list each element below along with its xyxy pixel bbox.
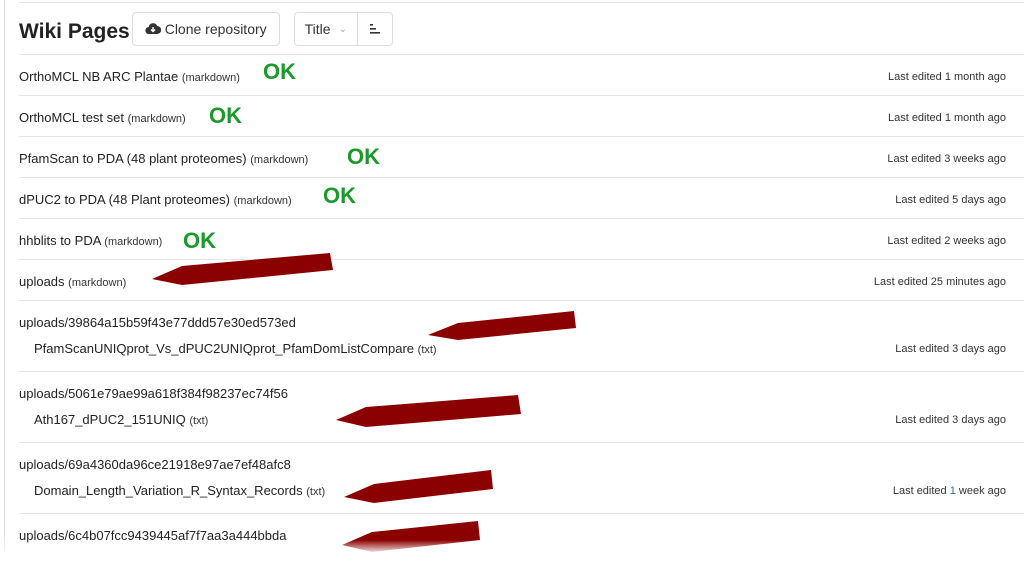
wiki-header: Wiki Pages Clone repository Title ⌄ <box>19 11 393 47</box>
page-link[interactable]: dPUC2 to PDA (48 Plant proteomes) <box>19 192 230 207</box>
sort-field-dropdown[interactable]: Title ⌄ <box>295 13 357 45</box>
format-label: (markdown) <box>104 236 163 248</box>
page-link[interactable]: PfamScan to PDA (48 plant proteomes) <box>19 151 247 166</box>
last-edited: Last edited 1 week ago <box>893 485 1006 497</box>
list-item: OrthoMCL test set (markdown) OK Last edi… <box>19 95 1024 136</box>
sort-control: Title ⌄ <box>293 12 393 46</box>
page-link[interactable]: uploads <box>19 274 65 289</box>
page-link[interactable]: OrthoMCL NB ARC Plantae <box>19 69 178 84</box>
last-edited: Last edited 2 weeks ago <box>887 235 1006 247</box>
format-label: (markdown) <box>181 72 240 84</box>
list-item: uploads/39864a15b59f43e77ddd57e30ed573ed… <box>19 300 1024 371</box>
last-edited: Last edited 1 month ago <box>887 112 1006 124</box>
last-edited-suffix: week ago <box>955 485 1006 497</box>
list-item: hhblits to PDA (markdown) OK Last edited… <box>19 218 1024 259</box>
cloud-download-icon <box>145 23 161 35</box>
ok-annotation: OK <box>323 183 356 208</box>
directory-name: uploads/39864a15b59f43e77ddd57e30ed573ed <box>19 315 296 330</box>
last-edited-prefix: Last edited <box>892 485 950 497</box>
last-edited: Last edited 3 days ago <box>895 414 1006 426</box>
format-label: (txt) <box>417 344 437 356</box>
divider <box>19 2 1024 3</box>
page-title: Wiki Pages <box>19 20 130 43</box>
page-link[interactable]: hhblits to PDA <box>19 233 101 248</box>
last-edited: Last edited 3 weeks ago <box>887 153 1006 165</box>
format-label: (markdown) <box>68 277 127 289</box>
directory-name: uploads/69a4360da96ce21918e97ae7ef48afc8 <box>19 457 291 472</box>
list-item: uploads/5061e79ae99a618f384f98237ec74f56… <box>19 371 1024 442</box>
list-item: OrthoMCL NB ARC Plantae (markdown) OK La… <box>19 54 1024 95</box>
format-label: (txt) <box>189 415 209 427</box>
list-item: uploads (markdown) Last edited 25 minute… <box>19 259 1024 300</box>
format-label: (markdown) <box>233 195 292 207</box>
ok-annotation: OK <box>209 103 242 128</box>
format-label: (markdown) <box>250 154 309 166</box>
list-item: PfamScan to PDA (48 plant proteomes) (ma… <box>19 136 1024 177</box>
directory-name: uploads/5061e79ae99a618f384f98237ec74f56 <box>19 386 288 401</box>
last-edited: Last edited 5 days ago <box>895 194 1006 206</box>
wiki-page-list: OrthoMCL NB ARC Plantae (markdown) OK La… <box>19 54 1024 584</box>
ok-annotation: OK <box>183 228 216 253</box>
page-link[interactable]: Ath167_dPUC2_151UNIQ <box>34 412 186 427</box>
last-edited: Last edited 25 minutes ago <box>873 276 1006 288</box>
format-label: (txt) <box>306 486 326 498</box>
chevron-down-icon: ⌄ <box>338 23 347 35</box>
last-edited: Last edited 3 days ago <box>895 343 1006 355</box>
ok-annotation: OK <box>347 144 380 169</box>
format-label: (markdown) <box>127 113 186 125</box>
sort-ascending-icon <box>369 24 380 34</box>
list-item: uploads/69a4360da96ce21918e97ae7ef48afc8… <box>19 442 1024 513</box>
left-border <box>0 0 5 554</box>
page-link[interactable]: Domain_Length_Variation_R_Syntax_Records <box>34 483 303 498</box>
page-link[interactable]: PfamScanUNIQprot_Vs_dPUC2UNIQprot_PfamDo… <box>34 341 414 356</box>
sort-direction-button[interactable] <box>356 13 392 45</box>
ok-annotation: OK <box>263 59 296 84</box>
page-link[interactable]: OrthoMCL test set <box>19 110 124 125</box>
clone-repository-button[interactable]: Clone repository <box>131 12 280 46</box>
clone-label: Clone repository <box>164 21 267 37</box>
last-edited: Last edited 1 month ago <box>887 71 1006 83</box>
list-item: dPUC2 to PDA (48 Plant proteomes) (markd… <box>19 177 1024 218</box>
sort-field-label: Title <box>304 21 331 37</box>
bottom-fade <box>0 540 1024 554</box>
